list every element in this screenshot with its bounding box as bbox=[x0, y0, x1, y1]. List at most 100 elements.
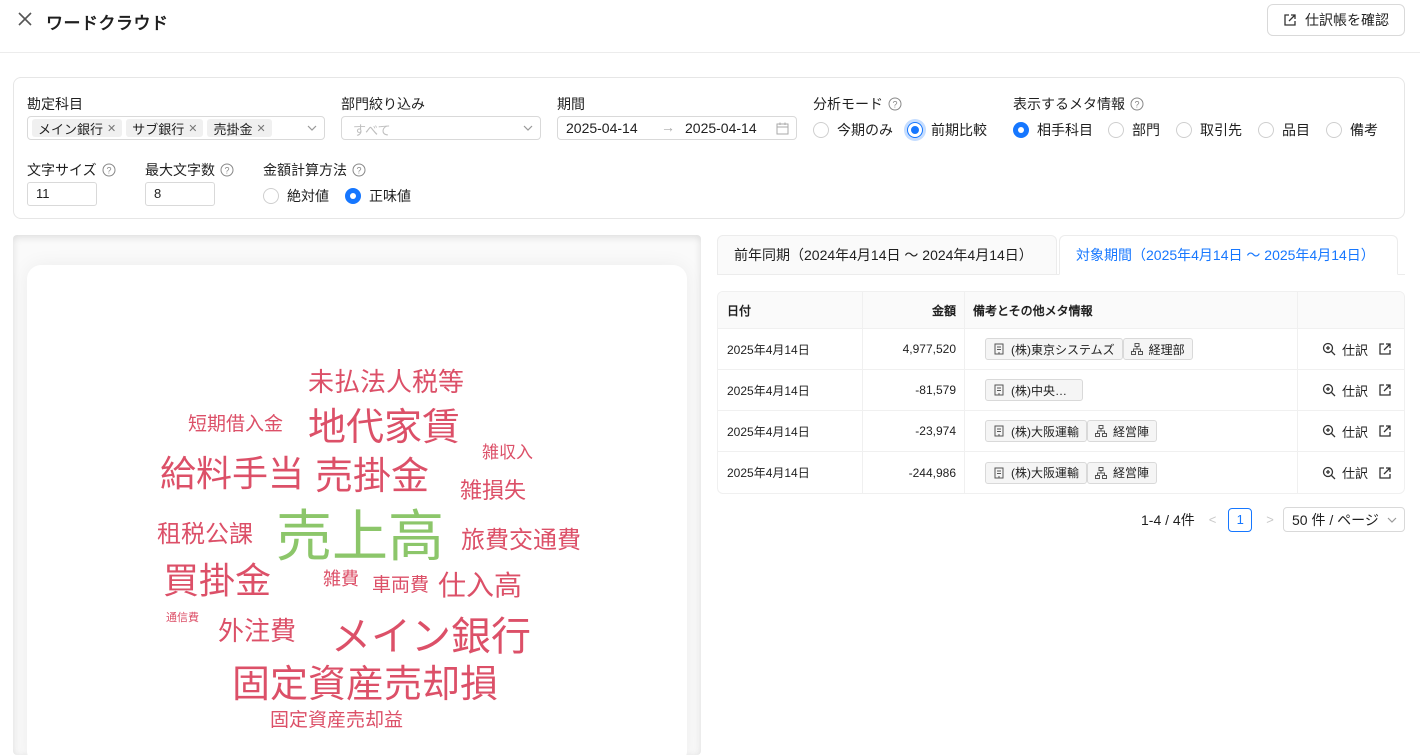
cloud-word[interactable]: 雑収入 bbox=[482, 445, 533, 462]
tab-target-period[interactable]: 対象期間（2025年4月14日 〜 2025年4月14日） bbox=[1059, 235, 1398, 275]
cell-date: 2025年4月14日 bbox=[718, 411, 863, 451]
table-row: 2025年4月14日 -244,986 (株)大阪運輸 経営陣 仕訳 bbox=[718, 452, 1404, 493]
cloud-word[interactable]: 租税公課 bbox=[157, 522, 253, 546]
page-size-select[interactable]: 50 件 / ページ bbox=[1283, 507, 1405, 532]
department-select[interactable]: すべて bbox=[341, 116, 541, 140]
radio-counter-account[interactable] bbox=[1013, 122, 1029, 138]
radio-net[interactable] bbox=[345, 188, 361, 204]
radio-memo[interactable] bbox=[1326, 122, 1342, 138]
radio-department[interactable] bbox=[1108, 122, 1124, 138]
help-icon[interactable]: ? bbox=[220, 163, 234, 177]
help-icon[interactable]: ? bbox=[102, 163, 116, 177]
period-label: 期間 bbox=[557, 96, 585, 112]
cloud-word[interactable]: 給料手当 bbox=[160, 457, 304, 493]
cloud-word[interactable]: 雑費 bbox=[323, 571, 359, 589]
org-chart-icon bbox=[1095, 466, 1107, 479]
zoom-in-icon bbox=[1322, 466, 1336, 479]
prev-page-icon[interactable]: < bbox=[1209, 512, 1217, 527]
help-icon[interactable]: ? bbox=[1130, 97, 1144, 111]
svg-text:?: ? bbox=[356, 166, 361, 176]
tag-close-icon[interactable]: ✕ bbox=[188, 122, 197, 135]
amount-method-label: 金額計算方法 ? bbox=[263, 160, 366, 180]
account-label: 勘定科目 bbox=[27, 96, 83, 112]
page-button-1[interactable]: 1 bbox=[1228, 507, 1253, 532]
external-link-icon[interactable] bbox=[1378, 466, 1392, 480]
partner-tag: (株)中央… bbox=[985, 379, 1083, 401]
building-icon bbox=[994, 467, 1004, 478]
radio-label: 品目 bbox=[1282, 122, 1310, 138]
column-header-meta: 備考とその他メタ情報 bbox=[965, 292, 1298, 328]
external-link-icon[interactable] bbox=[1378, 424, 1392, 438]
chevron-down-icon bbox=[523, 125, 533, 131]
cell-date: 2025年4月14日 bbox=[718, 329, 863, 369]
radio-current-only[interactable] bbox=[813, 122, 829, 138]
cloud-word[interactable]: 仕入高 bbox=[438, 572, 522, 600]
period-end[interactable]: 2025-04-14 bbox=[685, 120, 757, 136]
column-header-date: 日付 bbox=[718, 292, 863, 328]
radio-item[interactable] bbox=[1258, 122, 1274, 138]
cloud-word[interactable]: 短期借入金 bbox=[188, 415, 283, 434]
partner-tag: (株)大阪運輸 bbox=[985, 461, 1087, 484]
open-ledger-button[interactable]: 仕訳帳を確認 bbox=[1267, 4, 1405, 36]
next-page-icon[interactable]: > bbox=[1266, 512, 1274, 527]
org-chart-icon bbox=[1130, 343, 1143, 355]
cloud-word[interactable]: 外注費 bbox=[218, 619, 296, 645]
pagination: 1-4 / 4件 < 1 > bbox=[1141, 507, 1274, 532]
cloud-word[interactable]: 地代家賃 bbox=[308, 408, 460, 446]
cell-actions: 仕訳 bbox=[1298, 329, 1404, 369]
account-select[interactable]: メイン銀行 ✕ サブ銀行 ✕ 売掛金 ✕ bbox=[27, 116, 325, 140]
radio-absolute[interactable] bbox=[263, 188, 279, 204]
cell-amount: -23,974 bbox=[863, 411, 965, 451]
org-chart-icon bbox=[1095, 425, 1107, 437]
building-icon bbox=[994, 425, 1004, 437]
cloud-word[interactable]: 固定資産売却益 bbox=[270, 711, 403, 730]
account-tag: 売掛金 ✕ bbox=[207, 119, 272, 137]
cloud-word[interactable]: 固定資産売却損 bbox=[232, 665, 498, 703]
help-icon[interactable]: ? bbox=[352, 163, 366, 177]
column-header-amount: 金額 bbox=[863, 292, 965, 328]
tag-close-icon[interactable]: ✕ bbox=[107, 122, 116, 135]
account-tag: サブ銀行 ✕ bbox=[126, 119, 204, 137]
cloud-word[interactable]: 通信費 bbox=[166, 612, 199, 623]
cloud-word[interactable]: メイン銀行 bbox=[331, 617, 531, 657]
max-chars-label: 最大文字数 ? bbox=[145, 160, 234, 180]
table-row: 2025年4月14日 -23,974 (株)大阪運輸 経営陣 仕訳 bbox=[718, 411, 1404, 452]
table-row: 2025年4月14日 -81,579 (株)中央… 仕訳 bbox=[718, 370, 1404, 411]
view-journal-button[interactable]: 仕訳 bbox=[1322, 340, 1368, 359]
view-journal-button[interactable]: 仕訳 bbox=[1322, 422, 1368, 441]
cloud-word[interactable]: 買掛金 bbox=[163, 564, 271, 600]
tag-close-icon[interactable]: ✕ bbox=[256, 122, 265, 135]
department-label: 部門絞り込み bbox=[341, 96, 425, 112]
radio-label: 絶対値 bbox=[287, 188, 329, 204]
tab-previous-period[interactable]: 前年同期（2024年4月14日 〜 2024年4月14日） bbox=[717, 235, 1057, 275]
partner-tag: (株)東京システムズ bbox=[985, 338, 1123, 360]
cloud-word[interactable]: 旅費交通費 bbox=[461, 528, 581, 552]
chevron-down-icon bbox=[1387, 517, 1397, 523]
external-link-icon[interactable] bbox=[1378, 342, 1392, 356]
cell-actions: 仕訳 bbox=[1298, 452, 1404, 493]
cloud-word[interactable]: 雑損失 bbox=[460, 481, 526, 503]
cloud-word[interactable]: 売掛金 bbox=[315, 457, 429, 495]
zoom-in-icon bbox=[1322, 383, 1336, 397]
svg-text:?: ? bbox=[224, 166, 229, 176]
svg-text:?: ? bbox=[892, 100, 897, 110]
cloud-word[interactable]: 売上高 bbox=[276, 510, 444, 566]
font-size-input[interactable]: 11 bbox=[27, 182, 97, 206]
view-journal-button[interactable]: 仕訳 bbox=[1322, 463, 1368, 482]
zoom-in-icon bbox=[1322, 424, 1336, 438]
max-chars-input[interactable]: 8 bbox=[145, 182, 215, 206]
period-start[interactable]: 2025-04-14 bbox=[566, 120, 638, 136]
external-link-icon[interactable] bbox=[1378, 383, 1392, 397]
cloud-word[interactable]: 未払法人税等 bbox=[308, 370, 464, 396]
radio-partner[interactable] bbox=[1176, 122, 1192, 138]
cell-meta: (株)大阪運輸 経営陣 bbox=[965, 411, 1298, 451]
cell-amount: -244,986 bbox=[863, 452, 965, 493]
meta-info-label: 表示するメタ情報 ? bbox=[1013, 94, 1144, 114]
close-icon[interactable] bbox=[15, 9, 35, 29]
building-icon bbox=[994, 343, 1004, 355]
cloud-word[interactable]: 車両費 bbox=[372, 576, 429, 595]
radio-compare-previous[interactable] bbox=[907, 122, 923, 138]
view-journal-button[interactable]: 仕訳 bbox=[1322, 381, 1368, 400]
period-range-picker[interactable]: 2025-04-14 → 2025-04-14 bbox=[557, 116, 797, 140]
help-icon[interactable]: ? bbox=[888, 97, 902, 111]
